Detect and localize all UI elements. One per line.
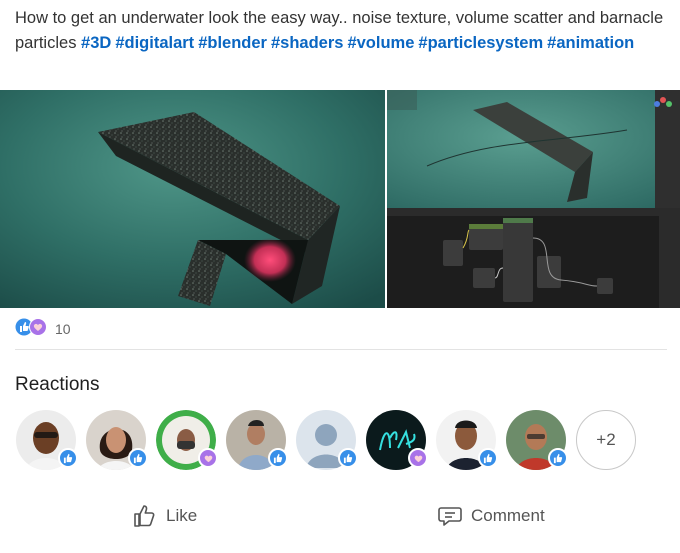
reactor-avatar[interactable] xyxy=(506,410,568,470)
support-icon xyxy=(29,317,47,341)
reactor-avatar[interactable] xyxy=(436,410,498,470)
hashtag-3d[interactable]: #3D xyxy=(81,34,111,52)
like-icon xyxy=(128,448,148,468)
like-icon xyxy=(478,448,498,468)
node-editor-image xyxy=(386,208,680,308)
blender-viewport xyxy=(386,90,680,208)
like-icon xyxy=(58,448,78,468)
reactor-avatar[interactable] xyxy=(296,410,358,470)
reactor-avatars: +2 xyxy=(16,410,636,472)
reactor-avatar[interactable] xyxy=(366,410,428,470)
comment-button[interactable]: Comment xyxy=(437,498,545,534)
hashtag-blender[interactable]: #blender xyxy=(198,34,267,52)
support-icon xyxy=(408,448,428,468)
post-media[interactable] xyxy=(0,90,680,308)
more-reactors-button[interactable]: +2 xyxy=(576,410,636,470)
media-image-editor[interactable] xyxy=(386,90,680,308)
reactor-avatar[interactable] xyxy=(16,410,78,470)
hashtag-volume[interactable]: #volume xyxy=(347,34,414,52)
hashtag-animation[interactable]: #animation xyxy=(547,34,634,52)
comment-label: Comment xyxy=(471,506,545,525)
hashtag-particlesystem[interactable]: #particlesystem xyxy=(418,34,543,52)
media-image-main[interactable] xyxy=(0,90,385,308)
post-actions: Like Comment xyxy=(0,498,680,538)
like-icon xyxy=(548,448,568,468)
like-icon xyxy=(268,448,288,468)
hashtag-shaders[interactable]: #shaders xyxy=(271,34,343,52)
reaction-count[interactable]: 10 xyxy=(55,321,71,337)
reactor-avatar[interactable] xyxy=(86,410,148,470)
thumbs-up-icon xyxy=(134,505,155,527)
divider xyxy=(15,349,667,350)
like-button[interactable]: Like xyxy=(132,498,197,534)
like-label: Like xyxy=(166,506,198,525)
reactor-avatar[interactable] xyxy=(226,410,288,470)
blender-node-editor xyxy=(386,208,680,308)
comment-icon xyxy=(438,507,462,526)
reactions-summary[interactable]: 10 xyxy=(15,317,71,341)
underwater-render-image xyxy=(0,90,385,308)
viewport-render-image xyxy=(386,90,680,208)
hashtag-digitalart[interactable]: #digitalart xyxy=(115,34,194,52)
reactor-avatar[interactable] xyxy=(156,410,218,470)
support-icon xyxy=(198,448,218,468)
like-icon xyxy=(338,448,358,468)
reactions-title: Reactions xyxy=(15,374,100,395)
post-text: How to get an underwater look the easy w… xyxy=(15,6,670,56)
